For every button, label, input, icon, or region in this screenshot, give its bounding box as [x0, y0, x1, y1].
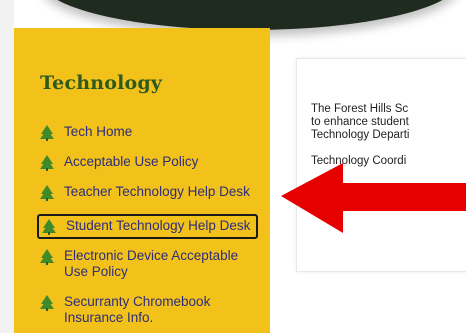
tree-icon	[40, 295, 54, 311]
sidebar-item-tech-home[interactable]: Tech Home	[40, 124, 132, 141]
left-edge	[0, 0, 14, 333]
content-text: The Forest Hills Sc to enhance student T…	[311, 103, 466, 168]
tree-icon	[40, 155, 54, 171]
sidebar-item-label: Student Technology Help Desk	[66, 218, 251, 233]
content-line: to enhance student	[311, 116, 409, 128]
sidebar-item-label: Securranty Chromebook Insurance Info.	[64, 294, 211, 325]
sidebar-item-label: Electronic Device Acceptable Use Policy	[64, 248, 239, 279]
tree-icon	[40, 249, 54, 265]
sidebar-item-chromebook-insurance[interactable]: Securranty Chromebook Insurance Info.	[40, 294, 234, 326]
sidebar-item-label: Tech Home	[64, 124, 133, 139]
sidebar-title: Technology	[40, 72, 163, 94]
content-line: Technology Departi	[311, 129, 410, 141]
red-arrow-icon	[281, 163, 466, 233]
sidebar-item-acceptable-use-policy[interactable]: Acceptable Use Policy	[40, 154, 198, 171]
sidebar: Technology Tech Home Acceptable Use Poli…	[14, 28, 270, 333]
sidebar-item-teacher-help-desk[interactable]: Teacher Technology Help Desk	[40, 184, 250, 201]
tree-icon	[40, 185, 54, 201]
tree-icon	[42, 219, 56, 235]
banner-shape	[40, 0, 460, 30]
sidebar-item-electronic-device-policy[interactable]: Electronic Device Acceptable Use Policy	[40, 248, 254, 280]
sidebar-item-label: Teacher Technology Help Desk	[64, 184, 250, 199]
sidebar-item-student-help-desk[interactable]: Student Technology Help Desk	[37, 214, 259, 239]
sidebar-item-label: Acceptable Use Policy	[64, 154, 199, 169]
content-line: The Forest Hills Sc	[311, 103, 409, 115]
tree-icon	[40, 125, 54, 141]
